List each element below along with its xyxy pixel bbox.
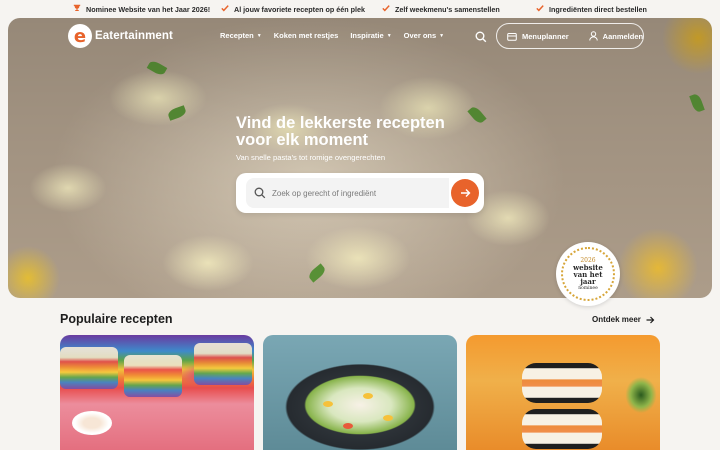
login-button[interactable]: Aanmelden	[579, 31, 643, 41]
menuplanner-button[interactable]: Menuplanner	[497, 32, 569, 41]
nav-item-inspiratie[interactable]: Inspiratie ▼	[350, 31, 391, 40]
award-badge[interactable]: 2026 website van het jaar nominee	[556, 242, 620, 306]
recipe-image-detail	[522, 363, 602, 403]
usp-bar: Nominee Website van het Jaar 2026! Al jo…	[0, 0, 720, 18]
recipe-image-detail	[522, 409, 602, 449]
usp-item-favorites: Al jouw favoriete recepten op één plek	[221, 4, 365, 14]
check-icon	[382, 4, 390, 14]
usp-item-nominee: Nominee Website van het Jaar 2026!	[73, 4, 210, 14]
hero-title: Vind de lekkerste recepten voor elk mome…	[236, 114, 445, 149]
header-search-button[interactable]	[475, 30, 489, 44]
caret-down-icon: ▼	[439, 32, 445, 39]
nav-item-over-ons[interactable]: Over ons ▼	[404, 31, 444, 40]
recipe-image-detail	[343, 423, 353, 429]
main-nav: Recepten ▼ Koken met restjes Inspiratie ▼ …	[220, 31, 444, 40]
award-badge-inner: 2026 website van het jaar nominee	[561, 247, 615, 301]
popular-recipes-title: Populaire recepten	[60, 312, 173, 326]
usp-item-ingredients: Ingrediënten direct bestellen	[536, 4, 647, 14]
user-icon	[588, 31, 598, 41]
nav-item-koken-met-restjes[interactable]: Koken met restjes	[274, 31, 339, 40]
recipe-image-detail	[194, 343, 252, 385]
trophy-icon	[73, 4, 81, 14]
search-field-wrapper	[246, 178, 449, 208]
check-icon	[221, 4, 229, 14]
recipe-search	[236, 173, 484, 213]
hero-subtitle: Van snelle pasta's tot romige ovengerech…	[236, 153, 386, 162]
usp-text: Ingrediënten direct bestellen	[549, 4, 647, 14]
recipe-image-detail	[60, 347, 118, 389]
nav-label: Over ons	[403, 31, 437, 40]
nav-label: Recepten	[220, 31, 254, 40]
arrow-right-icon	[646, 316, 655, 324]
usp-text: Nominee Website van het Jaar 2026!	[86, 4, 211, 14]
usp-text: Al jouw favoriete recepten op één plek	[234, 4, 366, 14]
search-icon	[475, 31, 487, 43]
discover-more-link[interactable]: Ontdek meer	[592, 315, 655, 324]
recipe-card[interactable]	[263, 335, 457, 450]
usp-item-weekmenu: Zelf weekmenu's samenstellen	[382, 4, 500, 14]
arrow-right-icon	[460, 189, 470, 197]
nav-item-recepten[interactable]: Recepten ▼	[220, 31, 262, 40]
recipe-image-detail	[363, 393, 373, 399]
recipe-card[interactable]	[60, 335, 254, 450]
search-input[interactable]	[272, 188, 442, 198]
account-actions: Menuplanner Aanmelden	[496, 23, 644, 49]
menuplanner-label: Menuplanner	[522, 31, 569, 41]
usp-text: Zelf weekmenu's samenstellen	[395, 4, 500, 14]
nav-label: Inspiratie	[350, 31, 384, 40]
recipe-image-detail	[124, 355, 182, 397]
nav-label: Koken met restjes	[273, 31, 339, 40]
badge-foot: nominee	[578, 286, 598, 291]
site-logo[interactable]: e Eatertainment	[68, 24, 173, 48]
planner-icon	[507, 32, 517, 41]
recipe-image-detail	[383, 415, 393, 421]
recipe-image-detail	[323, 401, 333, 407]
check-icon	[536, 4, 544, 14]
discover-more-label: Ontdek meer	[592, 315, 641, 324]
logo-text: Eatertainment	[95, 30, 173, 42]
search-submit-button[interactable]	[451, 179, 479, 207]
login-label: Aanmelden	[602, 31, 644, 41]
recipe-card[interactable]	[466, 335, 660, 450]
search-icon	[254, 187, 266, 199]
caret-down-icon: ▼	[386, 32, 392, 39]
badge-line3: jaar	[580, 277, 596, 286]
recipe-image-detail	[72, 411, 112, 435]
caret-down-icon: ▼	[256, 32, 262, 39]
logo-mark: e	[68, 24, 92, 48]
